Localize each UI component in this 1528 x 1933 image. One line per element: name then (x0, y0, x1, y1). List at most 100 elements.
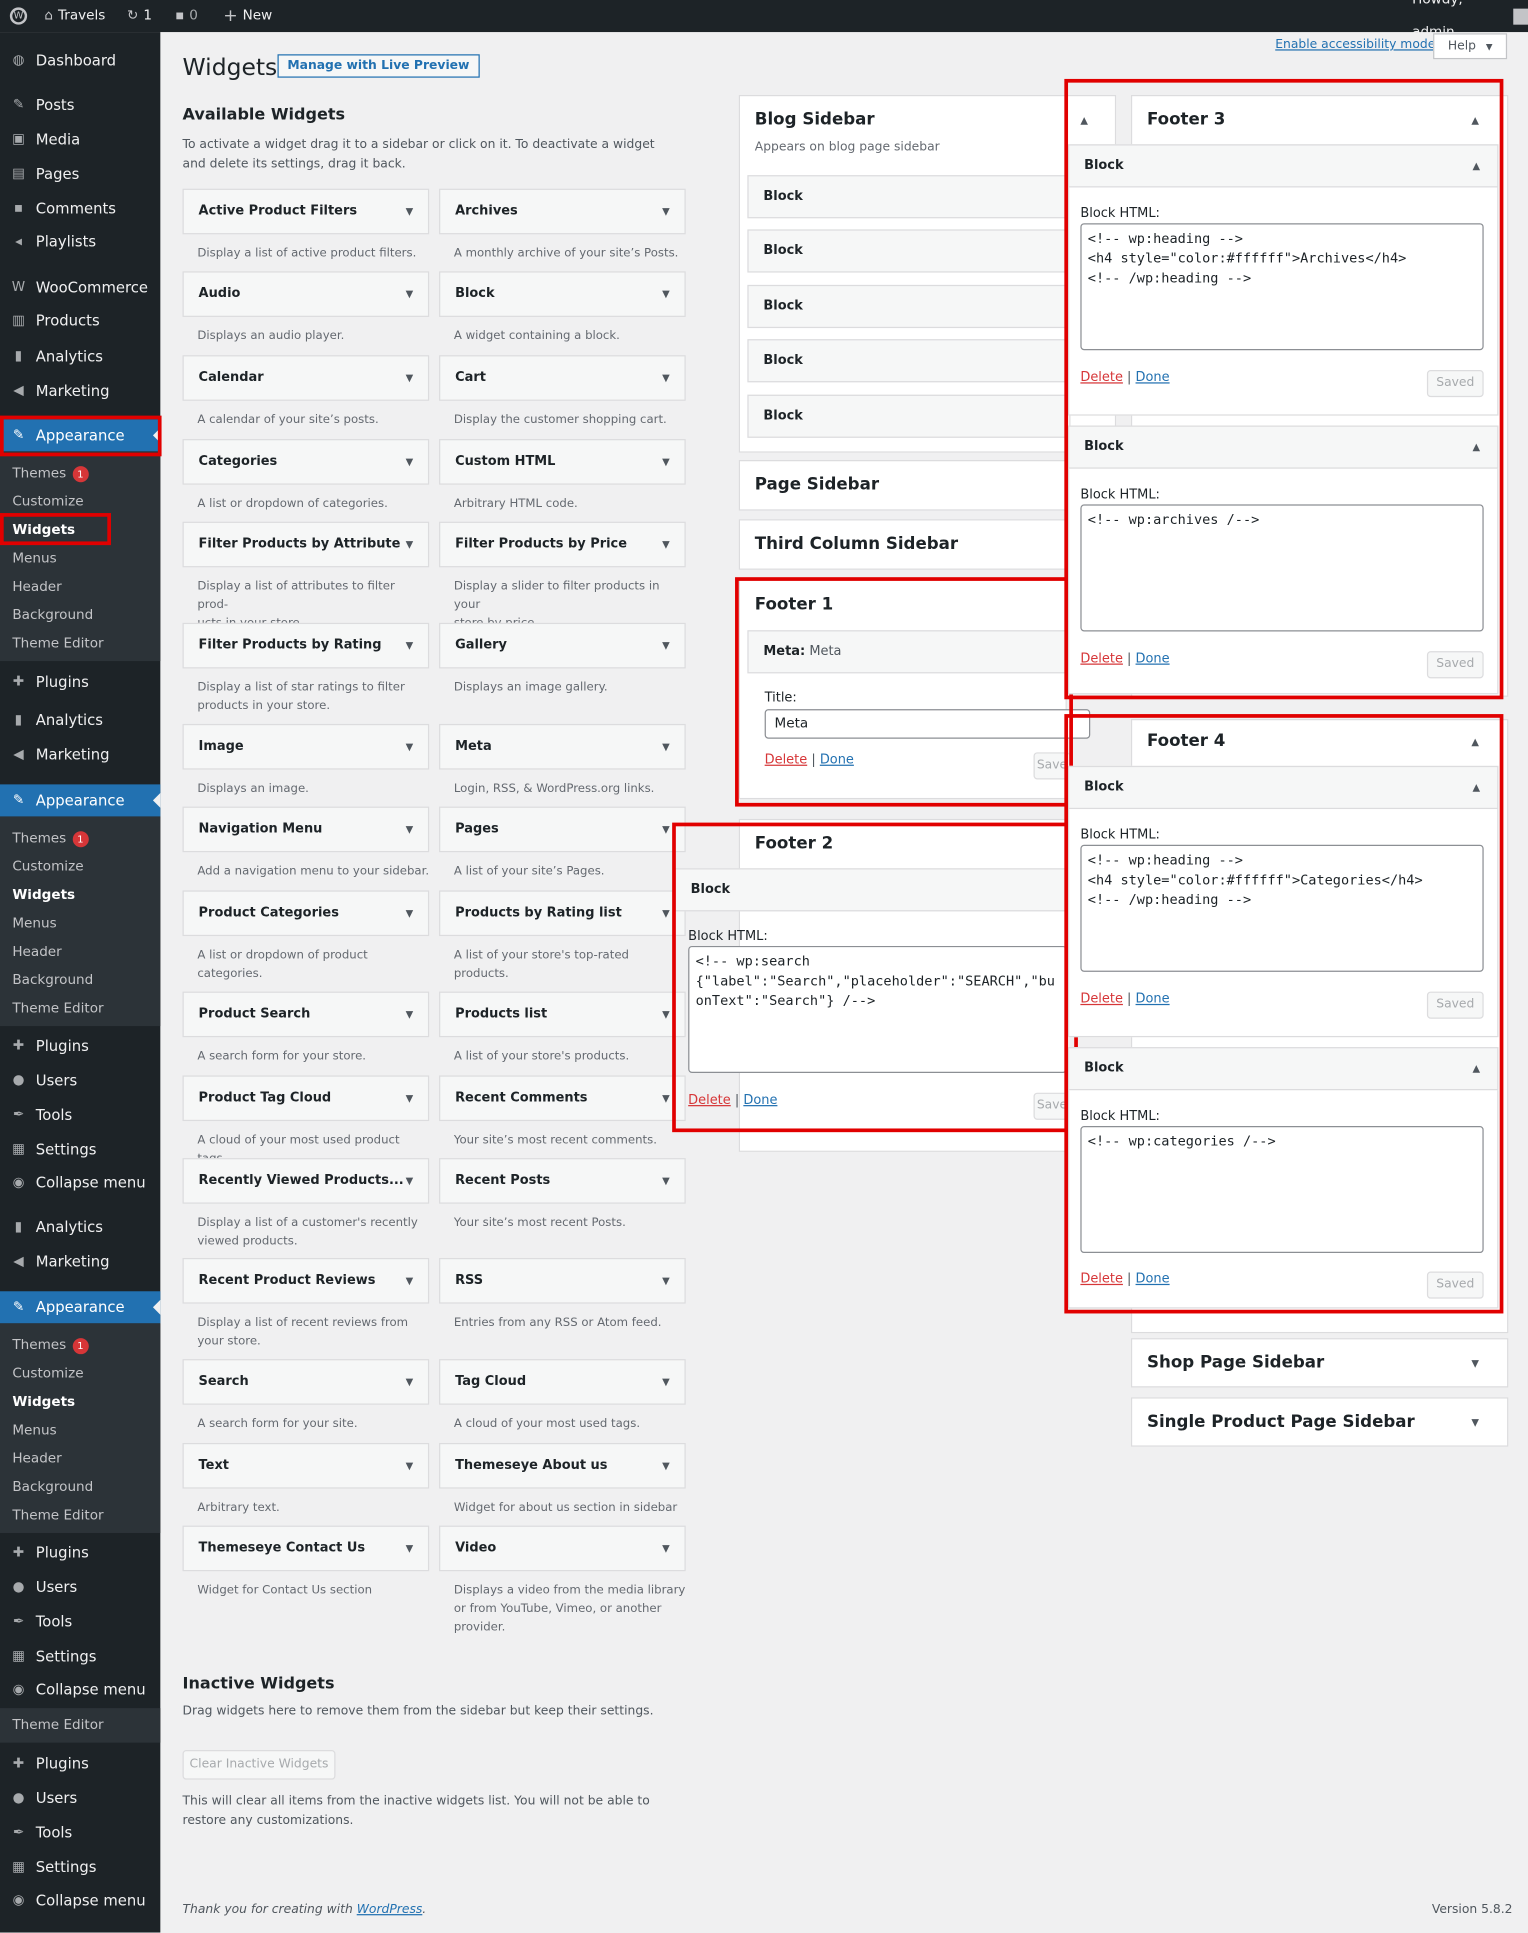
widget-card[interactable]: Themeseye About us ▼ (439, 1442, 686, 1489)
triangle-down-icon[interactable]: ▼ (1471, 1358, 1479, 1369)
menu-item-posts[interactable]: ✎ Posts (0, 89, 160, 121)
menu-item-tools[interactable]: ✒ Tools (0, 1099, 160, 1131)
submenu-themes[interactable]: Themes 1 (12, 461, 89, 486)
triangle-down-icon[interactable]: ▼ (662, 725, 670, 768)
comments-link[interactable]: ▪ 0 (175, 0, 198, 32)
triangle-down-icon[interactable]: ▼ (406, 1159, 414, 1202)
triangle-down-icon[interactable]: ▼ (662, 1360, 670, 1403)
triangle-down-icon[interactable]: ▼ (662, 808, 670, 851)
submenu-theme-editor[interactable]: Theme Editor (12, 1503, 103, 1528)
menu-item-collapse[interactable]: ◉ Collapse menu (0, 1167, 160, 1199)
widget-card[interactable]: Themeseye Contact Us ▼ (182, 1525, 430, 1572)
triangle-down-icon[interactable]: ▼ (662, 993, 670, 1036)
menu-item-users[interactable]: ● Users (0, 1064, 160, 1096)
submenu-menus[interactable]: Menus (12, 911, 56, 936)
blog-sidebar-block[interactable]: Block (747, 229, 1071, 273)
menu-item-analytics[interactable]: ▮ Analytics (0, 1211, 160, 1243)
menu-item-settings[interactable]: ▦ Settings (0, 1640, 160, 1672)
triangle-down-icon[interactable]: ▼ (662, 1527, 670, 1570)
account-link[interactable]: Howdy, admin (1412, 0, 1528, 39)
widget-card[interactable]: Cart ▼ (439, 355, 686, 401)
new-content-link[interactable]: + New (223, 0, 272, 32)
submenu-background[interactable]: Background (12, 1475, 93, 1500)
menu-item-collapse[interactable]: ◉ Collapse menu (0, 1674, 160, 1706)
triangle-down-icon[interactable]: ▼ (406, 993, 414, 1036)
widget-card[interactable]: Pages ▼ (439, 806, 686, 853)
triangle-down-icon[interactable]: ▼ (662, 1444, 670, 1487)
triangle-down-icon[interactable]: ▼ (662, 356, 670, 399)
triangle-down-icon[interactable]: ▼ (662, 1077, 670, 1120)
widget-card[interactable]: Recent Product Reviews ▼ (182, 1257, 430, 1304)
menu-item-settings[interactable]: ▦ Settings (0, 1851, 160, 1883)
triangle-down-icon[interactable]: ▼ (406, 190, 414, 233)
widget-card[interactable]: Product Categories ▼ (182, 890, 430, 937)
widget-card[interactable]: Tag Cloud ▼ (439, 1359, 686, 1405)
menu-item-plugins[interactable]: ✚ Plugins (0, 666, 160, 698)
widget-card[interactable]: Product Tag Cloud ▼ (182, 1075, 430, 1122)
triangle-down-icon[interactable]: ▼ (662, 273, 670, 316)
site-name-link[interactable]: ⌂ Travels (44, 0, 105, 32)
menu-item-users[interactable]: ● Users (0, 1571, 160, 1603)
submenu-theme-editor[interactable]: Theme Editor (12, 631, 103, 656)
blog-sidebar-block[interactable]: Block (747, 394, 1071, 438)
triangle-down-icon[interactable]: ▼ (406, 1077, 414, 1120)
widget-card[interactable]: Recently Viewed Products... ▼ (182, 1158, 430, 1204)
submenu-header[interactable]: Header (12, 575, 61, 600)
submenu-customize[interactable]: Customize (12, 1362, 83, 1387)
menu-item-tools[interactable]: ✒ Tools (0, 1817, 160, 1849)
submenu-themes[interactable]: Themes 1 (12, 1333, 89, 1358)
blog-sidebar-block[interactable]: Block (747, 339, 1071, 383)
widget-card[interactable]: RSS ▼ (439, 1257, 686, 1304)
widget-card[interactable]: Product Search ▼ (182, 991, 430, 1038)
triangle-down-icon[interactable]: ▼ (406, 440, 414, 483)
menu-item-appearance[interactable]: ✎ Appearance (0, 784, 161, 817)
menu-item-tools[interactable]: ✒ Tools (0, 1606, 160, 1638)
submenu-themes[interactable]: Themes 1 (12, 826, 89, 851)
widget-card[interactable]: Gallery ▼ (439, 622, 686, 669)
widget-card[interactable]: Video ▼ (439, 1525, 686, 1572)
widget-card[interactable]: Archives ▼ (439, 188, 686, 235)
triangle-down-icon[interactable]: ▼ (662, 892, 670, 935)
blog-sidebar-block[interactable]: Block (747, 284, 1071, 329)
updates-link[interactable]: ↻ 1 (127, 0, 152, 32)
menu-item-media[interactable]: ▣ Media (0, 123, 160, 155)
widget-card[interactable]: Calendar ▼ (182, 355, 430, 401)
widget-card[interactable]: Custom HTML ▼ (439, 439, 686, 485)
triangle-down-icon[interactable]: ▼ (406, 808, 414, 851)
menu-item-dashboard[interactable]: ◍ Dashboard (0, 44, 160, 76)
triangle-down-icon[interactable]: ▼ (662, 624, 670, 667)
widget-card[interactable]: Meta ▼ (439, 723, 686, 770)
submenu-customize[interactable]: Customize (12, 855, 83, 880)
widget-card[interactable]: Filter Products by Rating ▼ (182, 622, 430, 669)
submenu-header[interactable]: Header (12, 1447, 61, 1472)
triangle-down-icon[interactable]: ▼ (406, 1444, 414, 1487)
menu-item-users[interactable]: ● Users (0, 1782, 160, 1814)
menu-item-analytics[interactable]: ▮ Analytics (0, 704, 160, 736)
triangle-down-icon[interactable]: ▼ (406, 1259, 414, 1302)
menu-item-pages[interactable]: ▤ Pages (0, 158, 160, 190)
menu-item-plugins[interactable]: ✚ Plugins (0, 1748, 160, 1780)
menu-item-woocommerce[interactable]: W WooCommerce (0, 271, 160, 303)
widget-card[interactable]: Audio ▼ (182, 271, 430, 317)
menu-item-products[interactable]: ▥ Products (0, 305, 160, 337)
submenu-widgets[interactable]: Widgets (12, 883, 75, 908)
triangle-down-icon[interactable]: ▼ (662, 523, 670, 566)
widget-card[interactable]: Image ▼ (182, 723, 430, 770)
accessibility-mode-link[interactable]: Enable accessibility mode (1275, 38, 1435, 52)
triangle-down-icon[interactable]: ▼ (662, 440, 670, 483)
triangle-down-icon[interactable]: ▼ (662, 1159, 670, 1202)
blog-sidebar-block[interactable]: Block (747, 175, 1071, 219)
menu-item-marketing[interactable]: ◀ Marketing (0, 375, 160, 407)
menu-item-marketing[interactable]: ◀ Marketing (0, 739, 160, 771)
menu-item-collapse[interactable]: ◉ Collapse menu (0, 1884, 160, 1916)
triangle-down-icon[interactable]: ▼ (662, 1259, 670, 1302)
menu-item-plugins[interactable]: ✚ Plugins (0, 1030, 160, 1062)
submenu-theme-editor[interactable]: Theme Editor (12, 1713, 103, 1738)
menu-item-plugins[interactable]: ✚ Plugins (0, 1537, 160, 1569)
submenu-widgets[interactable]: Widgets (12, 1390, 75, 1415)
triangle-down-icon[interactable]: ▼ (406, 356, 414, 399)
widget-card[interactable]: Active Product Filters ▼ (182, 188, 430, 235)
widget-card[interactable]: Navigation Menu ▼ (182, 806, 430, 853)
clear-inactive-widgets-button[interactable]: Clear Inactive Widgets (182, 1750, 336, 1780)
widget-card[interactable]: Text ▼ (182, 1442, 430, 1489)
